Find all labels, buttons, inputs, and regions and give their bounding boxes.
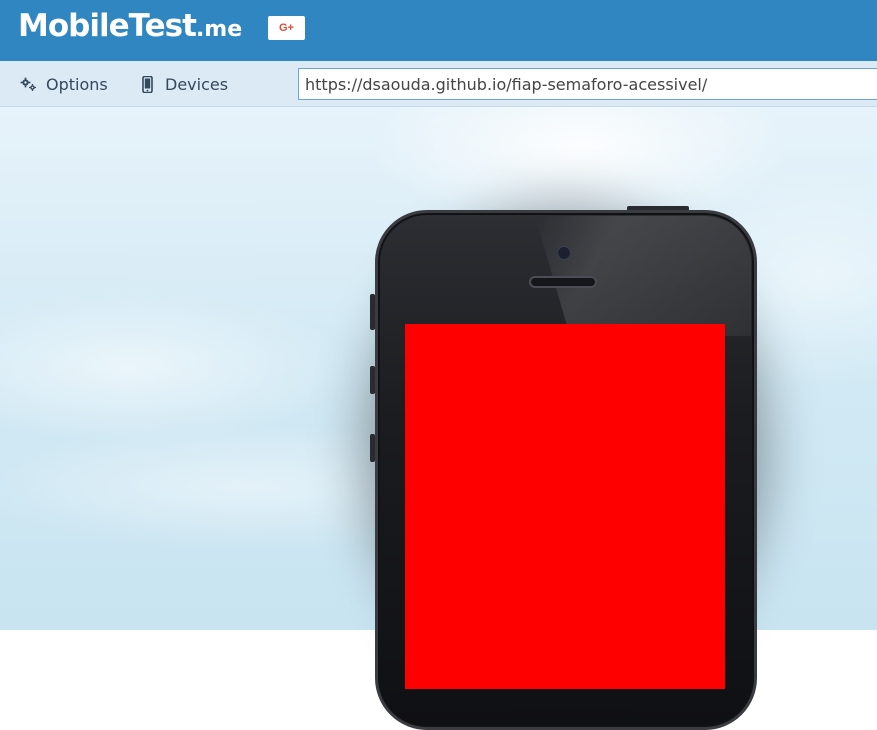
mobile-phone-icon [142,75,153,93]
gears-icon [20,76,37,92]
google-plus-icon: G+ [279,22,294,34]
front-camera [557,246,571,260]
google-plus-button[interactable]: G+ [268,16,305,40]
device-screen[interactable] [405,324,725,689]
options-button[interactable]: Options [20,61,108,107]
options-label: Options [46,74,108,94]
logo-tld-text: .me [195,17,243,42]
earpiece-speaker [529,276,597,288]
url-input[interactable] [298,68,877,100]
devices-label: Devices [165,74,229,94]
devices-button[interactable]: Devices [142,61,228,107]
site-logo[interactable]: MobileTest.me [18,8,242,44]
logo-brand-text: MobileTest [18,8,197,44]
header-bar: MobileTest.me G+ [0,0,877,61]
